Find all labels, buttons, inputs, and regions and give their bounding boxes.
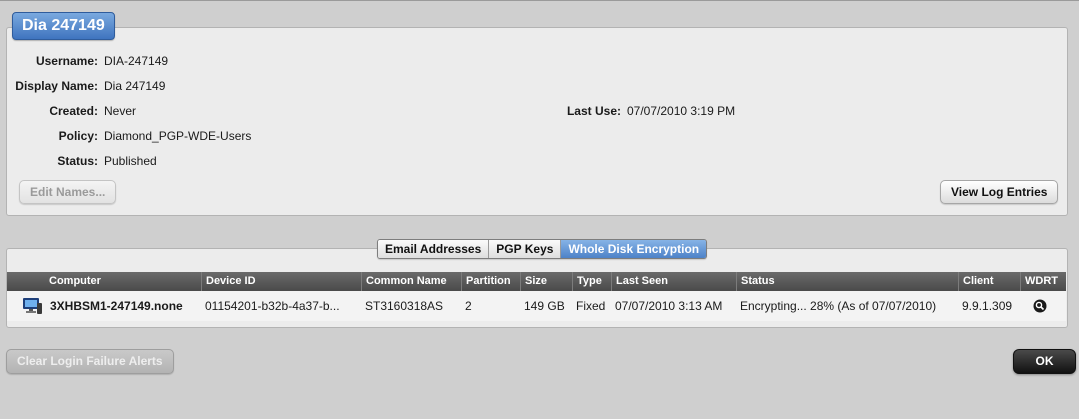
column-header-client[interactable]: Client bbox=[958, 272, 1020, 291]
cell-type: Fixed bbox=[576, 299, 606, 313]
policy-label: Policy: bbox=[58, 129, 98, 143]
tab-bar: Email Addresses PGP Keys Whole Disk Encr… bbox=[377, 239, 708, 259]
created-value: Never bbox=[104, 104, 137, 118]
cell-last-seen: 07/07/2010 3:13 AM bbox=[615, 299, 723, 313]
tab-whole-disk-encryption[interactable]: Whole Disk Encryption bbox=[561, 240, 707, 258]
column-header-common-name[interactable]: Common Name bbox=[361, 272, 461, 291]
edit-names-button[interactable]: Edit Names... bbox=[19, 180, 117, 204]
clear-login-failure-alerts-button[interactable]: Clear Login Failure Alerts bbox=[6, 349, 174, 374]
column-header-status[interactable]: Status bbox=[736, 272, 958, 291]
created-label: Created: bbox=[49, 104, 98, 118]
computer-icon bbox=[21, 297, 43, 315]
magnifier-icon[interactable] bbox=[1033, 299, 1047, 313]
cell-partition: 2 bbox=[465, 299, 472, 313]
username-value: DIA-247149 bbox=[104, 54, 169, 68]
column-header-type[interactable]: Type bbox=[572, 272, 611, 291]
last-use-value: 07/07/2010 3:19 PM bbox=[627, 104, 736, 118]
status-label: Status: bbox=[57, 154, 98, 168]
username-label: Username: bbox=[35, 54, 98, 68]
ok-button[interactable]: OK bbox=[1013, 349, 1076, 374]
last-use-label: Last Use: bbox=[566, 104, 621, 118]
display-name-label: Display Name: bbox=[15, 79, 98, 93]
view-log-entries-button[interactable]: View Log Entries bbox=[940, 180, 1059, 204]
column-header-last-seen[interactable]: Last Seen bbox=[611, 272, 736, 291]
tab-pgp-keys[interactable]: PGP Keys bbox=[489, 240, 562, 258]
cell-computer: 3XHBSM1-247149.none bbox=[50, 299, 183, 313]
column-header-size[interactable]: Size bbox=[520, 272, 572, 291]
column-header-device-id[interactable]: Device ID bbox=[201, 272, 361, 291]
policy-value: Diamond_PGP-WDE-Users bbox=[104, 129, 252, 143]
display-name-value: Dia 247149 bbox=[104, 79, 166, 93]
column-header-partition[interactable]: Partition bbox=[461, 272, 520, 291]
table-row[interactable]: 3XHBSM1-247149.none 01154201-b32b-4a37-b… bbox=[7, 291, 1066, 321]
top-divider bbox=[0, 0, 1079, 1]
cell-status: Encrypting... 28% (As of 07/07/2010) bbox=[740, 299, 937, 313]
tab-email-addresses[interactable]: Email Addresses bbox=[378, 240, 490, 258]
column-header-wdrt[interactable]: WDRT bbox=[1020, 272, 1066, 291]
column-header-computer[interactable]: Computer bbox=[45, 272, 201, 291]
cell-common-name: ST3160318AS bbox=[365, 299, 444, 313]
table-header: Computer Device ID Common Name Partition… bbox=[7, 272, 1066, 291]
cell-device-id: 01154201-b32b-4a37-b... bbox=[205, 299, 340, 313]
status-value: Published bbox=[104, 154, 157, 168]
cell-client: 9.9.1.309 bbox=[962, 299, 1013, 313]
user-title: Dia 247149 bbox=[12, 12, 115, 40]
cell-size: 149 GB bbox=[524, 299, 565, 313]
